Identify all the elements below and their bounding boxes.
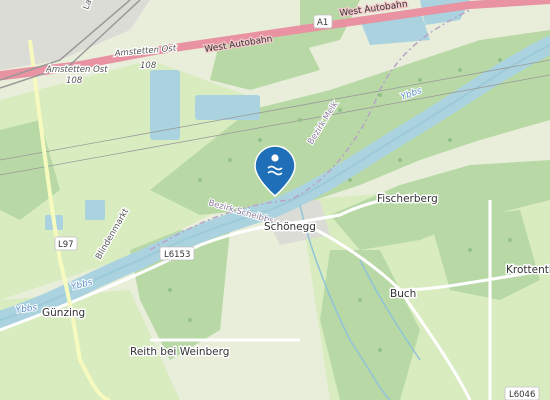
svg-text:A1: A1: [317, 18, 328, 28]
svg-text:L97: L97: [58, 240, 74, 250]
map-canvas[interactable]: West Autobahn West Autobahn A1 Amstetten…: [0, 0, 550, 400]
place-schoenegg[interactable]: Schönegg: [263, 220, 318, 235]
l6046-shield: L6046: [504, 386, 540, 400]
place-krottenthal[interactable]: Krottenth: [505, 263, 550, 278]
l6153-shield: L6153: [159, 246, 195, 261]
exit-108-label-2: 108: [66, 76, 83, 86]
amstetten-ost-label-2: Amstetten Ost: [45, 65, 108, 75]
l97-shield: L97: [54, 236, 78, 251]
svg-text:L6046: L6046: [509, 390, 535, 400]
svg-text:L6153: L6153: [164, 250, 190, 260]
place-gunzing[interactable]: Günzing: [41, 306, 87, 321]
place-buch[interactable]: Buch: [389, 287, 418, 302]
exit-108-label-1: 108: [140, 61, 157, 71]
place-reith[interactable]: Reith bei Weinberg: [129, 345, 231, 360]
a1-shield: A1: [313, 14, 333, 29]
place-fischerberg[interactable]: Fischerberg: [376, 192, 440, 207]
